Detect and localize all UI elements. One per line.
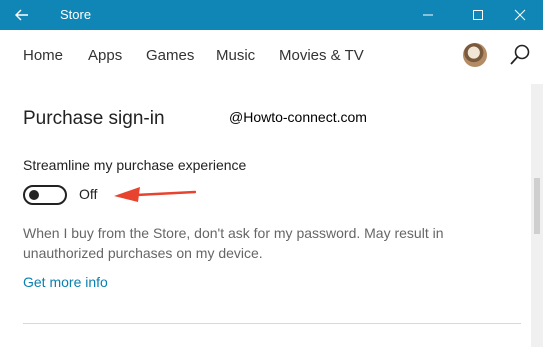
title-bar: Store bbox=[0, 0, 543, 30]
top-navigation: Home Apps Games Music Movies & TV bbox=[0, 30, 543, 84]
nav-movies-tv[interactable]: Movies & TV bbox=[279, 47, 364, 64]
search-icon[interactable] bbox=[509, 43, 531, 67]
close-icon bbox=[514, 9, 526, 21]
back-arrow-icon bbox=[15, 9, 28, 21]
nav-home[interactable]: Home bbox=[23, 47, 63, 64]
user-avatar[interactable] bbox=[463, 43, 487, 67]
maximize-button[interactable] bbox=[455, 0, 501, 30]
toggle-state-label: Off bbox=[79, 186, 98, 202]
divider bbox=[23, 323, 521, 324]
minimize-icon bbox=[423, 14, 433, 16]
maximize-icon bbox=[473, 10, 483, 20]
get-more-info-link[interactable]: Get more info bbox=[23, 274, 108, 290]
scrollbar-thumb[interactable] bbox=[534, 178, 540, 234]
nav-apps[interactable]: Apps bbox=[88, 47, 122, 64]
nav-games[interactable]: Games bbox=[146, 47, 194, 64]
window-title: Store bbox=[60, 7, 92, 22]
setting-label: Streamline my purchase experience bbox=[23, 157, 247, 173]
scrollbar[interactable] bbox=[531, 84, 543, 347]
settings-content: Purchase sign-in @Howto-connect.com Stre… bbox=[0, 84, 530, 347]
minimize-button[interactable] bbox=[405, 0, 451, 30]
watermark-text: @Howto-connect.com bbox=[229, 109, 367, 125]
nav-music[interactable]: Music bbox=[216, 47, 255, 64]
streamline-purchase-toggle[interactable] bbox=[23, 185, 67, 205]
toggle-knob bbox=[29, 190, 39, 200]
back-button[interactable] bbox=[0, 0, 44, 30]
annotation-arrow-icon bbox=[114, 187, 196, 202]
section-heading: Purchase sign-in bbox=[23, 108, 165, 129]
setting-description: When I buy from the Store, don't ask for… bbox=[23, 225, 444, 261]
close-button[interactable] bbox=[497, 0, 543, 30]
